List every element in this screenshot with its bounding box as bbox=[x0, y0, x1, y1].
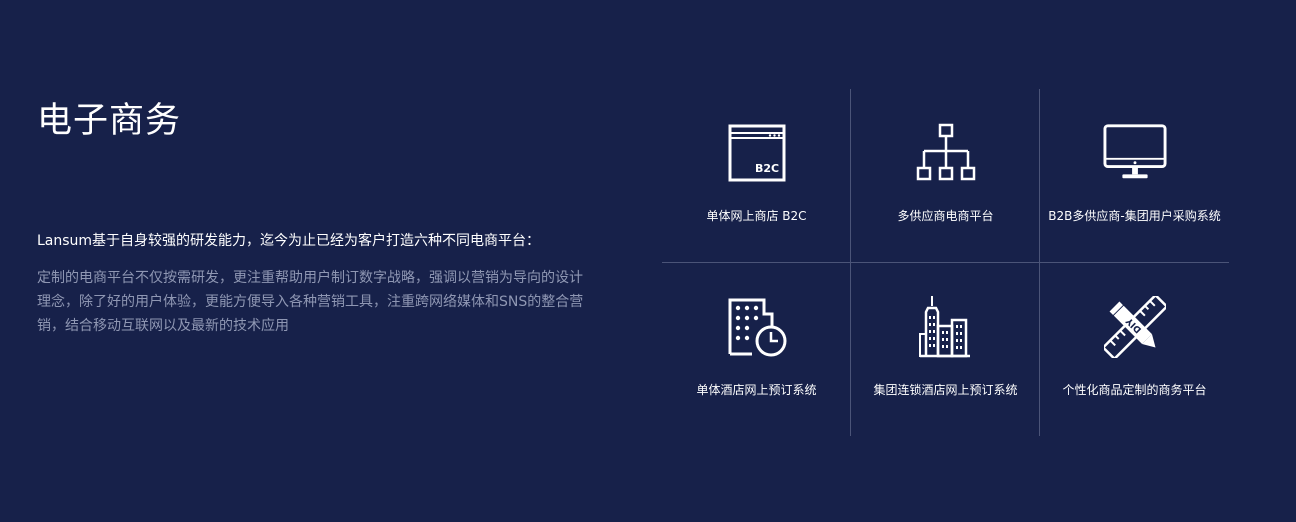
hierarchy-icon bbox=[914, 121, 978, 185]
platform-item-b2b-procurement[interactable]: B2B多供应商-集团用户采购系统 bbox=[1040, 89, 1229, 262]
platform-grid: B2C 单体网上商店 B2C 多供应商电商平台 B2B多供应商-集团用户采购系统… bbox=[662, 89, 1229, 436]
diy-pencil-ruler-icon: DIY bbox=[1103, 295, 1167, 359]
platform-label: 集团连锁酒店网上预订系统 bbox=[873, 383, 1018, 397]
browser-b2c-icon: B2C bbox=[725, 121, 789, 185]
platform-label: 单体网上商店 B2C bbox=[706, 209, 807, 223]
section-description: 定制的电商平台不仅按需研发，更注重帮助用户制订数字战略，强调以营销为导向的设计理… bbox=[37, 270, 584, 334]
platform-item-b2c-store[interactable]: B2C 单体网上商店 B2C bbox=[662, 89, 851, 262]
platform-item-custom-commerce[interactable]: DIY 个性化商品定制的商务平台 bbox=[1040, 263, 1229, 436]
building-clock-icon bbox=[725, 295, 789, 359]
platform-label: B2B多供应商-集团用户采购系统 bbox=[1048, 209, 1221, 223]
platform-item-single-hotel[interactable]: 单体酒店网上预订系统 bbox=[662, 263, 851, 436]
svg-text:B2C: B2C bbox=[754, 162, 778, 175]
platform-item-hotel-chain[interactable]: 集团连锁酒店网上预订系统 bbox=[851, 263, 1040, 436]
monitor-icon bbox=[1102, 121, 1167, 185]
section-title: 电子商务 bbox=[37, 101, 182, 141]
city-buildings-icon bbox=[914, 295, 978, 359]
platform-item-multi-vendor[interactable]: 多供应商电商平台 bbox=[851, 89, 1040, 262]
section-lead: Lansum基于自身较强的研发能力，迄今为止已经为客户打造六种不同电商平台： bbox=[37, 233, 541, 249]
platform-label: 多供应商电商平台 bbox=[897, 209, 994, 223]
platform-label: 个性化商品定制的商务平台 bbox=[1062, 383, 1207, 397]
platform-label: 单体酒店网上预订系统 bbox=[696, 383, 817, 397]
